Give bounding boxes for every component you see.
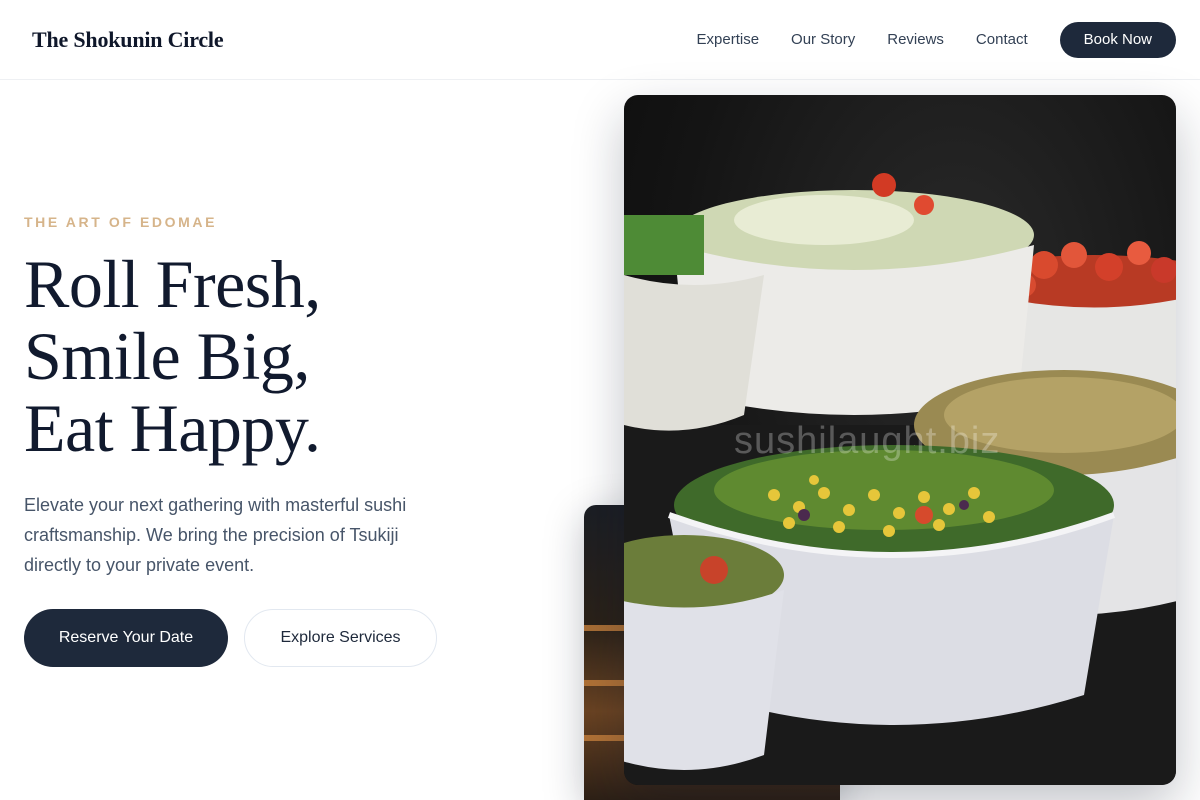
reserve-date-button[interactable]: Reserve Your Date [24,609,228,667]
main-nav: Expertise Our Story Reviews Contact Book… [697,21,1176,58]
hero-description: Elevate your next gathering with masterf… [24,495,407,575]
headline-line-1: Roll Fresh, [24,246,321,322]
brand-logo[interactable]: The Shokunin Circle [32,27,224,53]
site-header: The Shokunin Circle Expertise Our Story … [0,0,1200,80]
book-now-button[interactable]: Book Now [1059,21,1176,58]
nav-link-our-story[interactable]: Our Story [791,31,855,48]
image-watermark: sushilaught.biz [734,420,1001,462]
nav-link-expertise[interactable]: Expertise [697,31,760,48]
explore-services-button[interactable]: Explore Services [244,609,437,667]
hero-image: sushilaught.biz [624,95,1176,785]
nav-link-contact[interactable]: Contact [976,31,1028,48]
headline-line-3: Eat Happy. [24,390,321,466]
hero-eyebrow: THE ART OF EDOMAE [24,214,218,230]
hero-headline: Roll Fresh, Smile Big, Eat Happy. [24,248,321,464]
headline-line-2: Smile Big, [24,318,310,394]
nav-link-reviews[interactable]: Reviews [887,31,944,48]
